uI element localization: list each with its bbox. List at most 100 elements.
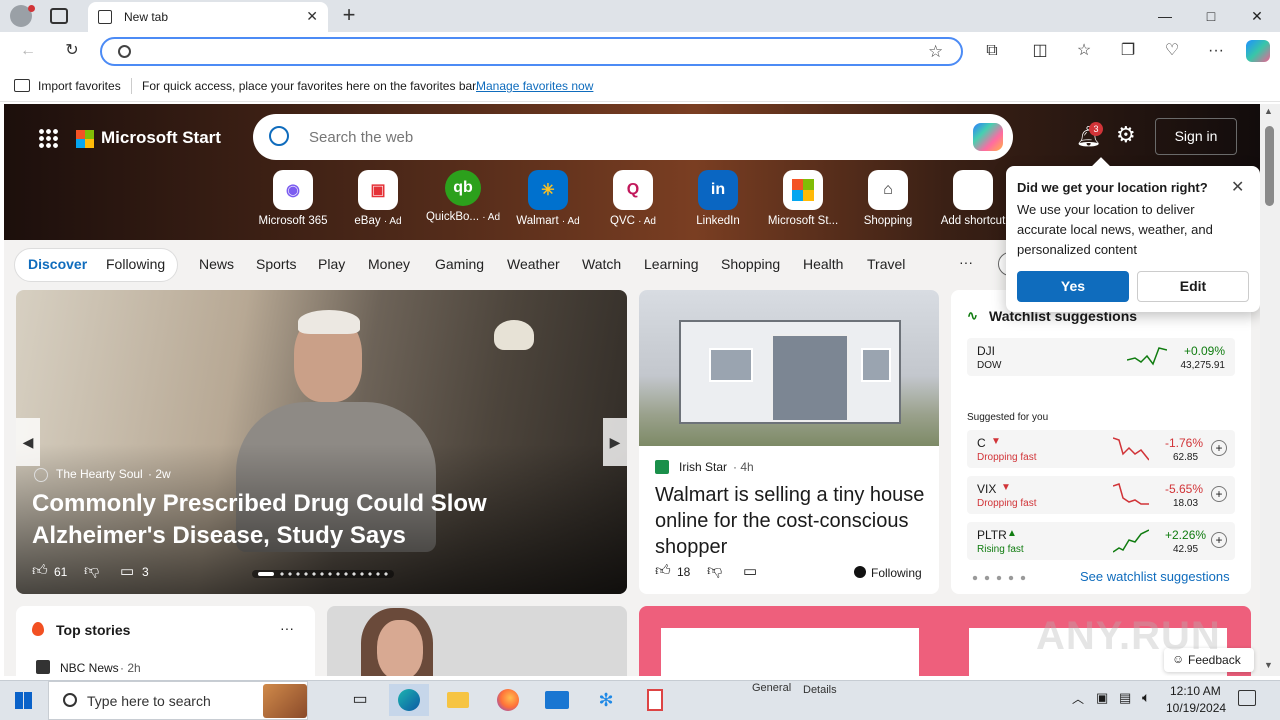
tab-actions-icon[interactable] xyxy=(50,8,68,24)
settings-gear-icon[interactable]: ⚙ xyxy=(1116,122,1136,148)
watchlist-pager-dots[interactable] xyxy=(969,575,1029,581)
file-explorer-icon[interactable] xyxy=(438,684,478,716)
nav-gaming[interactable]: Gaming xyxy=(435,256,484,272)
clock-date[interactable]: 10/19/2024 xyxy=(1166,701,1226,715)
like-icon[interactable]: 👍︎ xyxy=(32,562,48,580)
story-title[interactable]: Walmart is selling a tiny house online f… xyxy=(655,482,925,560)
task-view-icon[interactable]: ▭ xyxy=(340,684,380,716)
quicklink-shopping[interactable]: ⌂ Shopping xyxy=(846,170,930,227)
tray-app-icon[interactable]: ▣ xyxy=(1096,690,1108,706)
copilot-icon[interactable] xyxy=(1246,40,1270,62)
extensions-icon[interactable]: ⧉ xyxy=(980,40,1004,62)
close-icon[interactable]: ✕ xyxy=(1231,177,1244,197)
nav-shopping[interactable]: Shopping xyxy=(721,256,780,272)
nav-health[interactable]: Health xyxy=(803,256,843,272)
tab-discover[interactable]: Discover xyxy=(28,256,87,272)
top-story-source[interactable]: NBC News xyxy=(60,661,119,675)
split-screen-icon[interactable]: ◫ xyxy=(1028,40,1052,62)
story-title[interactable]: Commonly Prescribed Drug Could Slow Alzh… xyxy=(32,488,612,552)
close-window-button[interactable]: ✕ xyxy=(1234,0,1280,32)
refresh-icon[interactable]: ↻ xyxy=(60,40,84,62)
quicklink-microsoft-365[interactable]: ◉ Microsoft 365 xyxy=(251,170,335,227)
app-launcher-icon[interactable] xyxy=(38,128,58,148)
add-to-watchlist-icon[interactable]: + xyxy=(1211,440,1227,456)
like-icon[interactable]: 👍︎ xyxy=(655,562,671,580)
close-tab-icon[interactable]: ✕ xyxy=(306,8,318,25)
quicklink-qvc[interactable]: Q QVC · Ad xyxy=(591,170,675,227)
comment-icon[interactable]: ▭ xyxy=(120,562,134,580)
more-menu-icon[interactable]: ··· xyxy=(1204,40,1228,62)
maximize-button[interactable]: □ xyxy=(1188,0,1234,32)
stock-row-vix[interactable]: VIX ▼ Dropping fast -5.65% 18.03 + xyxy=(967,476,1235,514)
nav-play[interactable]: Play xyxy=(318,256,345,272)
notification-center-icon[interactable] xyxy=(1238,690,1256,706)
favorite-star-icon[interactable]: ☆ xyxy=(928,42,943,62)
nav-watch[interactable]: Watch xyxy=(582,256,621,272)
stock-row-c[interactable]: C ▼ Dropping fast -1.76% 62.85 + xyxy=(967,430,1235,468)
browser-essentials-icon[interactable]: ♡ xyxy=(1160,40,1184,62)
taskbar-search[interactable]: Type here to search xyxy=(48,681,308,720)
stock-row-dji[interactable]: DJI DOW +0.09% 43,275.91 xyxy=(967,338,1235,376)
quicklink-linkedin[interactable]: in LinkedIn xyxy=(676,170,760,227)
nav-weather[interactable]: Weather xyxy=(507,256,560,272)
address-bar[interactable]: ☆ xyxy=(100,37,963,66)
manage-favorites-link[interactable]: Manage favorites now xyxy=(476,79,593,93)
back-icon[interactable]: ← xyxy=(16,40,40,62)
quicklink-quickbooks[interactable]: qb QuickBo... · Ad xyxy=(421,170,505,223)
dislike-icon[interactable]: 👎︎ xyxy=(707,562,722,580)
quicklink-add-shortcut[interactable]: + Add shortcut xyxy=(931,170,1015,227)
carousel-prev-icon[interactable]: ◀ xyxy=(16,418,40,466)
network-icon[interactable]: ▤ xyxy=(1119,690,1131,706)
quicklink-ebay[interactable]: ▣ eBay · Ad xyxy=(336,170,420,227)
favorites-icon[interactable]: ☆ xyxy=(1072,40,1096,62)
more-options-icon[interactable]: ··· xyxy=(280,620,294,636)
quicklink-walmart[interactable]: ✳ Walmart · Ad xyxy=(506,170,590,227)
nav-money[interactable]: Money xyxy=(368,256,410,272)
story-card-walmart[interactable]: Irish Star · 4h Walmart is selling a tin… xyxy=(639,290,939,594)
nav-more-icon[interactable]: ··· xyxy=(959,254,973,270)
tool-app-icon[interactable]: ✻ xyxy=(586,684,626,716)
yes-button[interactable]: Yes xyxy=(1017,271,1129,302)
scroll-up-icon[interactable]: ▲ xyxy=(1264,106,1273,116)
edit-button[interactable]: Edit xyxy=(1137,271,1249,302)
document-app-icon[interactable] xyxy=(635,684,675,716)
new-tab-button[interactable]: + xyxy=(338,2,360,28)
edge-icon[interactable] xyxy=(389,684,429,716)
start-windows-icon[interactable] xyxy=(15,692,32,709)
import-favorites[interactable]: Import favorites xyxy=(38,79,121,93)
clock-time[interactable]: 12:10 AM xyxy=(1170,684,1221,698)
nav-travel[interactable]: Travel xyxy=(867,256,905,272)
stock-row-pltr[interactable]: PLTR ▲ Rising fast +2.26% 42.95 + xyxy=(967,522,1235,560)
window-tab-general[interactable]: General xyxy=(752,682,791,694)
window-tab-details[interactable]: Details xyxy=(803,684,837,696)
carousel-dots[interactable] xyxy=(252,570,394,578)
tab-following[interactable]: Following xyxy=(106,256,165,272)
scroll-down-icon[interactable]: ▼ xyxy=(1264,660,1273,670)
firefox-icon[interactable] xyxy=(488,684,528,716)
nav-news[interactable]: News xyxy=(199,256,234,272)
volume-icon[interactable]: 🔈︎ xyxy=(1142,689,1150,706)
nav-learning[interactable]: Learning xyxy=(644,256,699,272)
web-search-box[interactable]: Search the web xyxy=(253,114,1013,160)
quicklink-microsoft-store[interactable]: Microsoft St... xyxy=(761,170,845,227)
main-story-card[interactable]: ◀ ▶ The Hearty Soul · 2w Commonly Prescr… xyxy=(16,290,627,594)
tab-new-tab[interactable]: New tab ✕ xyxy=(88,2,328,32)
comment-icon[interactable]: ▭ xyxy=(743,562,757,580)
story-card-woman[interactable] xyxy=(327,606,627,676)
brand-name[interactable]: Microsoft Start xyxy=(101,128,221,148)
add-to-watchlist-icon[interactable]: + xyxy=(1211,486,1227,502)
carousel-next-icon[interactable]: ▶ xyxy=(603,418,627,466)
copilot-icon[interactable] xyxy=(973,123,1003,151)
nav-sports[interactable]: Sports xyxy=(256,256,296,272)
page-scrollbar[interactable]: ▲ ▼ xyxy=(1260,104,1280,676)
tray-chevron-icon[interactable]: ︿ xyxy=(1072,690,1084,707)
add-to-watchlist-icon[interactable]: + xyxy=(1211,532,1227,548)
collections-icon[interactable]: ❐ xyxy=(1116,40,1140,62)
scroll-thumb[interactable] xyxy=(1265,126,1274,206)
dislike-icon[interactable]: 👎︎ xyxy=(84,562,99,580)
sign-in-button[interactable]: Sign in xyxy=(1155,118,1237,155)
monitor-app-icon[interactable] xyxy=(537,684,577,716)
minimize-button[interactable]: — xyxy=(1142,0,1188,32)
following-label[interactable]: Following xyxy=(871,566,922,580)
see-watchlist-link[interactable]: See watchlist suggestions xyxy=(1080,569,1230,584)
